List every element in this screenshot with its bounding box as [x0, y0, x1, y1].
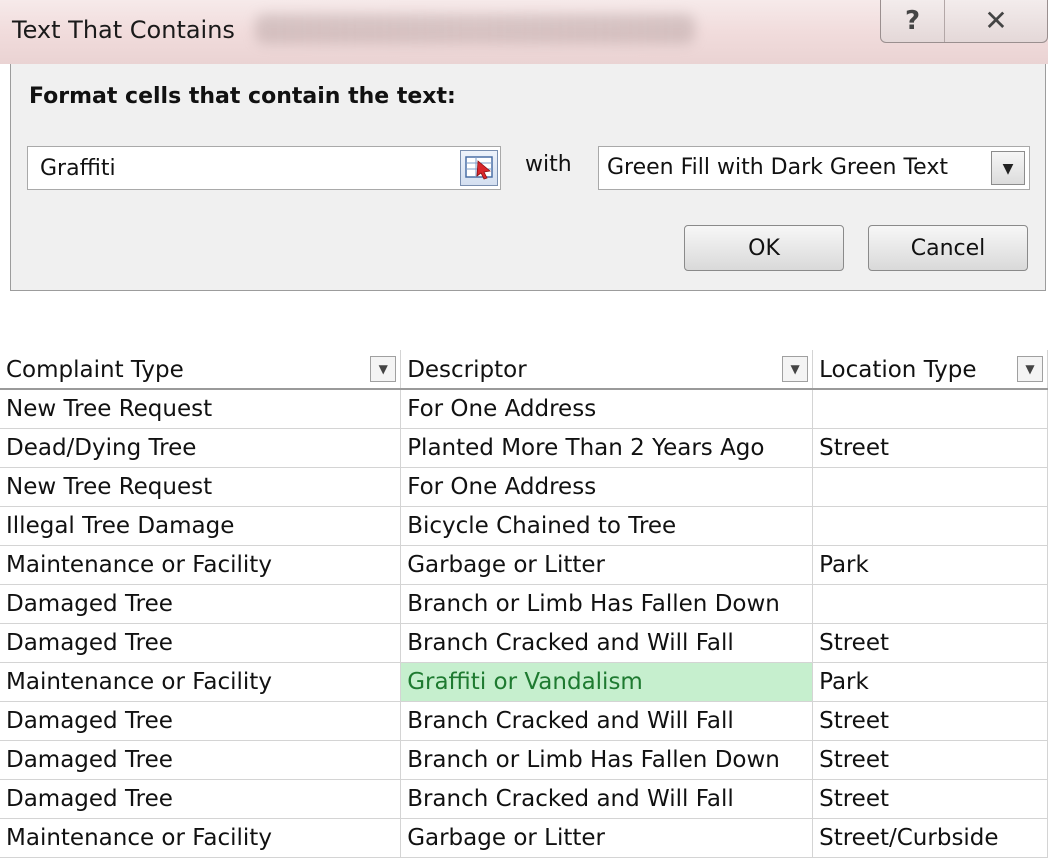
cell-complaint-type[interactable]: Damaged Tree	[0, 584, 402, 624]
table-row: New Tree Request For One Address	[0, 389, 1048, 429]
contains-text-field[interactable]	[27, 146, 501, 190]
table-row: Maintenance or Facility Graffiti or Vand…	[0, 662, 1048, 702]
table-row: Damaged Tree Branch Cracked and Will Fal…	[0, 623, 1048, 663]
filter-dropdown-icon[interactable]: ▼	[1017, 356, 1043, 382]
cell-complaint-type[interactable]: New Tree Request	[0, 467, 402, 507]
cell-complaint-type[interactable]: Damaged Tree	[0, 623, 402, 663]
cell-complaint-type[interactable]: Damaged Tree	[0, 701, 402, 741]
contains-text-input[interactable]	[38, 155, 442, 182]
cell-complaint-type[interactable]: New Tree Request	[0, 389, 402, 429]
cell-location-type[interactable]: Street	[812, 701, 1048, 741]
help-button[interactable]: ?	[881, 0, 944, 42]
format-dropdown[interactable]: Green Fill with Dark Green Text ▼	[598, 146, 1030, 190]
table-row: Illegal Tree Damage Bicycle Chained to T…	[0, 506, 1048, 546]
table-row: New Tree Request For One Address	[0, 467, 1048, 507]
cell-complaint-type[interactable]: Maintenance or Facility	[0, 818, 402, 858]
cell-complaint-type[interactable]: Damaged Tree	[0, 779, 402, 819]
cell-complaint-type[interactable]: Maintenance or Facility	[0, 545, 402, 585]
format-dropdown-value: Green Fill with Dark Green Text	[607, 155, 948, 180]
table-row: Maintenance or Facility Garbage or Litte…	[0, 818, 1048, 858]
cell-complaint-type[interactable]: Dead/Dying Tree	[0, 428, 402, 468]
cell-complaint-type[interactable]: Damaged Tree	[0, 740, 402, 780]
blurred-background-text	[255, 14, 695, 44]
ok-button[interactable]: OK	[684, 225, 844, 271]
filter-dropdown-icon[interactable]: ▼	[782, 356, 809, 382]
cell-location-type[interactable]: Street	[812, 428, 1048, 468]
column-header-label: Complaint Type	[6, 357, 184, 383]
table-row: Damaged Tree Branch Cracked and Will Fal…	[0, 779, 1048, 819]
cell-descriptor[interactable]: Planted More Than 2 Years Ago	[400, 428, 814, 468]
cell-descriptor-highlighted[interactable]: Graffiti or Vandalism	[400, 662, 814, 702]
dropdown-arrow-icon[interactable]: ▼	[991, 151, 1025, 185]
cell-complaint-type[interactable]: Maintenance or Facility	[0, 662, 402, 702]
dialog-body: Format cells that contain the text: with…	[10, 64, 1046, 291]
cell-descriptor[interactable]: For One Address	[400, 467, 814, 507]
data-table: Complaint Type ▼ Descriptor ▼ Location T…	[0, 350, 1048, 858]
close-icon: ✕	[984, 4, 1008, 37]
close-button[interactable]: ✕	[945, 0, 1047, 42]
cell-descriptor[interactable]: Branch Cracked and Will Fall	[400, 623, 814, 663]
table-row: Damaged Tree Branch or Limb Has Fallen D…	[0, 740, 1048, 780]
with-label: with	[525, 152, 572, 177]
cell-location-type[interactable]: Street	[812, 779, 1048, 819]
dialog-titlebar[interactable]: Text That Contains ? ✕	[0, 0, 1048, 64]
titlebar-buttons: ? ✕	[880, 0, 1048, 43]
cell-location-type[interactable]	[812, 467, 1048, 507]
cancel-button[interactable]: Cancel	[868, 225, 1028, 271]
table-row: Dead/Dying Tree Planted More Than 2 Year…	[0, 428, 1048, 468]
spreadsheet: Complaint Type ▼ Descriptor ▼ Location T…	[0, 350, 1048, 858]
dialog-prompt: Format cells that contain the text:	[29, 84, 456, 109]
cell-descriptor[interactable]: Branch Cracked and Will Fall	[400, 701, 814, 741]
cell-descriptor[interactable]: Bicycle Chained to Tree	[400, 506, 814, 546]
cell-location-type[interactable]: Street/Curbside	[812, 818, 1048, 858]
cell-descriptor[interactable]: Branch Cracked and Will Fall	[400, 779, 814, 819]
table-row: Damaged Tree Branch or Limb Has Fallen D…	[0, 584, 1048, 624]
column-header-complaint-type[interactable]: Complaint Type ▼	[0, 350, 402, 390]
cell-descriptor[interactable]: For One Address	[400, 389, 814, 429]
filter-dropdown-icon[interactable]: ▼	[370, 356, 397, 382]
cell-location-type[interactable]: Park	[812, 662, 1048, 702]
cell-descriptor[interactable]: Branch or Limb Has Fallen Down	[400, 584, 814, 624]
cell-complaint-type[interactable]: Illegal Tree Damage	[0, 506, 402, 546]
column-header-location-type[interactable]: Location Type ▼	[812, 350, 1048, 390]
header-row: Complaint Type ▼ Descriptor ▼ Location T…	[0, 350, 1048, 390]
column-header-label: Descriptor	[407, 357, 527, 383]
help-icon: ?	[904, 6, 921, 36]
cell-location-type[interactable]	[812, 506, 1048, 546]
column-header-label: Location Type	[819, 357, 977, 383]
cell-location-type[interactable]	[812, 584, 1048, 624]
table-row: Maintenance or Facility Garbage or Litte…	[0, 545, 1048, 585]
cell-descriptor[interactable]: Branch or Limb Has Fallen Down	[400, 740, 814, 780]
cell-descriptor[interactable]: Garbage or Litter	[400, 818, 814, 858]
cell-location-type[interactable]: Street	[812, 740, 1048, 780]
text-that-contains-dialog: Text That Contains ? ✕ Format cells that…	[0, 0, 1048, 292]
column-header-descriptor[interactable]: Descriptor ▼	[400, 350, 814, 390]
cell-descriptor[interactable]: Garbage or Litter	[400, 545, 814, 585]
collapse-dialog-icon	[465, 156, 493, 180]
dialog-title: Text That Contains	[12, 16, 235, 44]
cell-location-type[interactable]: Street	[812, 623, 1048, 663]
table-row: Damaged Tree Branch Cracked and Will Fal…	[0, 701, 1048, 741]
cell-location-type[interactable]: Park	[812, 545, 1048, 585]
cell-location-type[interactable]	[812, 389, 1048, 429]
range-selector-button[interactable]	[460, 150, 498, 186]
